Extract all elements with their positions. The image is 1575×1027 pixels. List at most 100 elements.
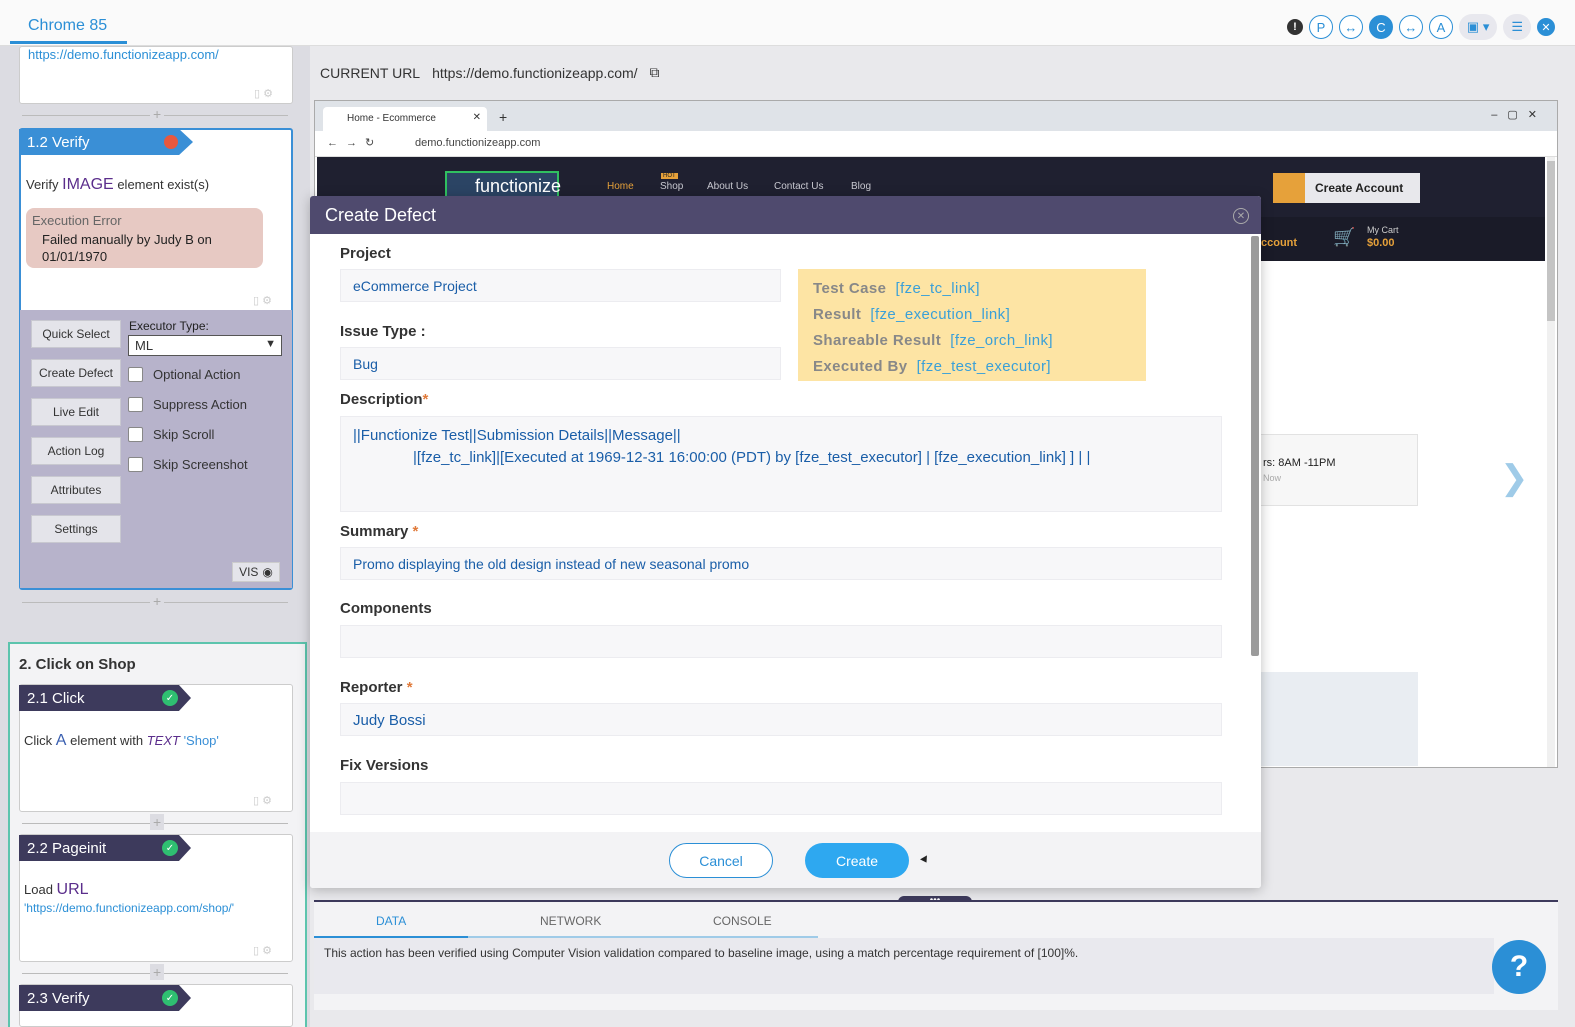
close-icon[interactable]: ✕ [1537, 18, 1555, 36]
optional-action-checkbox[interactable]: Optional Action [128, 367, 240, 382]
skip-scroll-checkbox[interactable]: Skip Scroll [128, 427, 214, 442]
reporter-field[interactable]: Judy Bossi [340, 703, 1222, 736]
browser-tab[interactable]: Home - Ecommerce ✕ [323, 107, 487, 131]
copy-icon[interactable]: ⧉ [650, 64, 660, 81]
toolbar-icons: ! P ↔ C ↔ A ▣ ▾ ☰ ✕ [1286, 14, 1555, 40]
trash-icon[interactable]: ▯ ⚙ [254, 87, 290, 101]
reporter-label: Reporter * [340, 679, 413, 696]
step-card-previous[interactable]: https://demo.functionizeapp.com/ ▯ ⚙ [19, 46, 293, 104]
issue-type-label: Issue Type : [340, 323, 426, 340]
suppress-action-checkbox[interactable]: Suppress Action [128, 397, 247, 412]
check-icon: ✓ [162, 840, 178, 856]
nav-home[interactable]: Home [607, 181, 634, 192]
check-icon: ✓ [162, 990, 178, 1006]
add-step-divider[interactable]: + [22, 593, 288, 609]
console-message: This action has been verified using Comp… [314, 938, 1494, 994]
current-url-row: CURRENT URL https://demo.functionizeapp.… [320, 64, 660, 81]
trash-icon[interactable]: ▯ ⚙ [253, 944, 289, 958]
new-tab-icon[interactable]: + [499, 109, 507, 125]
address-bar[interactable]: ←→↻ demo.functionizeapp.com [315, 131, 1557, 157]
components-field[interactable] [340, 625, 1222, 658]
tab-data[interactable]: DATA [376, 914, 406, 928]
create-button[interactable]: Create [805, 843, 909, 878]
quick-select-button[interactable]: Quick Select [31, 320, 121, 348]
tab-network[interactable]: NETWORK [540, 914, 601, 928]
project-field[interactable]: eCommerce Project [340, 269, 781, 302]
mode-a-button[interactable]: A [1428, 15, 1453, 39]
help-button[interactable]: ? [1492, 940, 1546, 994]
add-step-divider[interactable]: + [22, 106, 288, 122]
fix-versions-label: Fix Versions [340, 757, 429, 774]
tab-close-icon[interactable]: ✕ [473, 112, 481, 123]
components-label: Components [340, 600, 432, 617]
gift-icon [1273, 173, 1305, 203]
nav-shop[interactable]: Shop [660, 181, 683, 192]
description-textarea[interactable]: ||Functionize Test||Submission Details||… [340, 416, 1222, 512]
image-dropdown-icon[interactable]: ▣ ▾ [1458, 14, 1498, 40]
section-title: 2. Click on Shop [19, 656, 136, 673]
window-controls-icon[interactable]: –▢✕ [1491, 108, 1547, 121]
nav-arrows-icon[interactable]: ←→↻ [327, 136, 382, 149]
swap-icon[interactable]: ↔ [1398, 15, 1423, 39]
add-step-divider[interactable]: + [22, 814, 288, 830]
chevron-right-icon[interactable]: ❯ [1500, 458, 1529, 498]
console-panel: DATA NETWORK CONSOLE This action has bee… [314, 900, 1558, 1010]
executor-type-select[interactable]: ML ▼ [128, 335, 282, 356]
account-menu[interactable]: ccount [1261, 237, 1297, 249]
previous-url: https://demo.functionizeapp.com/ [28, 47, 219, 62]
settings-button[interactable]: Settings [31, 515, 121, 543]
create-account-button[interactable]: Create Account [1273, 173, 1420, 203]
fix-versions-field[interactable] [340, 782, 1222, 815]
error-icon [164, 135, 178, 149]
nav-about[interactable]: About Us [707, 181, 748, 192]
chevron-down-icon: ▼ [265, 338, 276, 350]
tab-console[interactable]: CONSOLE [713, 914, 772, 928]
project-label: Project [340, 245, 391, 262]
current-url-label: CURRENT URL [320, 64, 421, 81]
create-defect-button[interactable]: Create Defect [31, 359, 121, 387]
list-icon[interactable]: ☰ [1503, 14, 1531, 40]
add-step-divider[interactable]: + [22, 964, 288, 980]
modal-footer: Cancel Create [310, 832, 1261, 888]
step-actions-panel: Quick Select Create Defect Live Edit Act… [20, 310, 292, 588]
attributes-button[interactable]: Attributes [31, 476, 121, 504]
issue-type-field[interactable]: Bug [340, 347, 781, 380]
modal-scrollbar[interactable] [1251, 236, 1259, 826]
cart-icon[interactable]: 🛒 [1333, 227, 1355, 248]
template-variables-box: Test Case [fze_tc_link] Result [fze_exec… [798, 269, 1146, 381]
cancel-button[interactable]: Cancel [669, 843, 773, 878]
tab-chrome-85[interactable]: Chrome 85 [10, 0, 127, 44]
trash-icon[interactable]: ▯ ⚙ [253, 794, 289, 808]
summary-field[interactable]: Promo displaying the old design instead … [340, 547, 1222, 580]
mode-c-button[interactable]: C [1368, 15, 1393, 39]
alert-icon[interactable]: ! [1286, 19, 1303, 35]
swap-icon[interactable]: ↔ [1338, 15, 1363, 39]
cart-value: $0.00 [1367, 237, 1395, 249]
cart-label: My Cart [1367, 225, 1399, 235]
skip-screenshot-checkbox[interactable]: Skip Screenshot [128, 457, 248, 472]
nav-blog[interactable]: Blog [851, 181, 871, 192]
console-tabs: DATA NETWORK CONSOLE [314, 906, 1558, 939]
create-defect-modal: Create Defect ✕ Project eCommerce Projec… [310, 196, 1261, 888]
vis-toggle[interactable]: VIS ◉ [232, 562, 280, 582]
executor-type-label: Executor Type: [129, 319, 209, 333]
close-icon[interactable]: ✕ [1233, 208, 1249, 224]
modal-header: Create Defect ✕ [310, 196, 1261, 234]
top-bar: Chrome 85 ! P ↔ C ↔ A ▣ ▾ ☰ ✕ [0, 0, 1575, 46]
browser-tab-bar: Home - Ecommerce ✕ + –▢✕ [315, 101, 1557, 131]
step-description: Load URL [24, 881, 89, 898]
action-log-button[interactable]: Action Log [31, 437, 121, 465]
hot-badge: HOT [661, 173, 678, 179]
execution-error: Execution Error Failed manually by Judy … [26, 208, 263, 268]
step-description: Verify IMAGE element exist(s) [26, 176, 210, 193]
live-edit-button[interactable]: Live Edit [31, 398, 121, 426]
step-url: 'https://demo.functionizeapp.com/shop/' [24, 901, 235, 915]
eye-icon: ◉ [262, 565, 273, 579]
browser-scrollbar[interactable] [1547, 157, 1555, 767]
mode-p-button[interactable]: P [1308, 15, 1333, 39]
trash-icon[interactable]: ▯ ⚙ [253, 294, 289, 308]
nav-contact[interactable]: Contact Us [774, 181, 823, 192]
check-icon: ✓ [162, 690, 178, 706]
current-url-value: https://demo.functionizeapp.com/ [432, 64, 638, 81]
hours-card: rs: 8AM -11PM Now [1258, 434, 1418, 506]
